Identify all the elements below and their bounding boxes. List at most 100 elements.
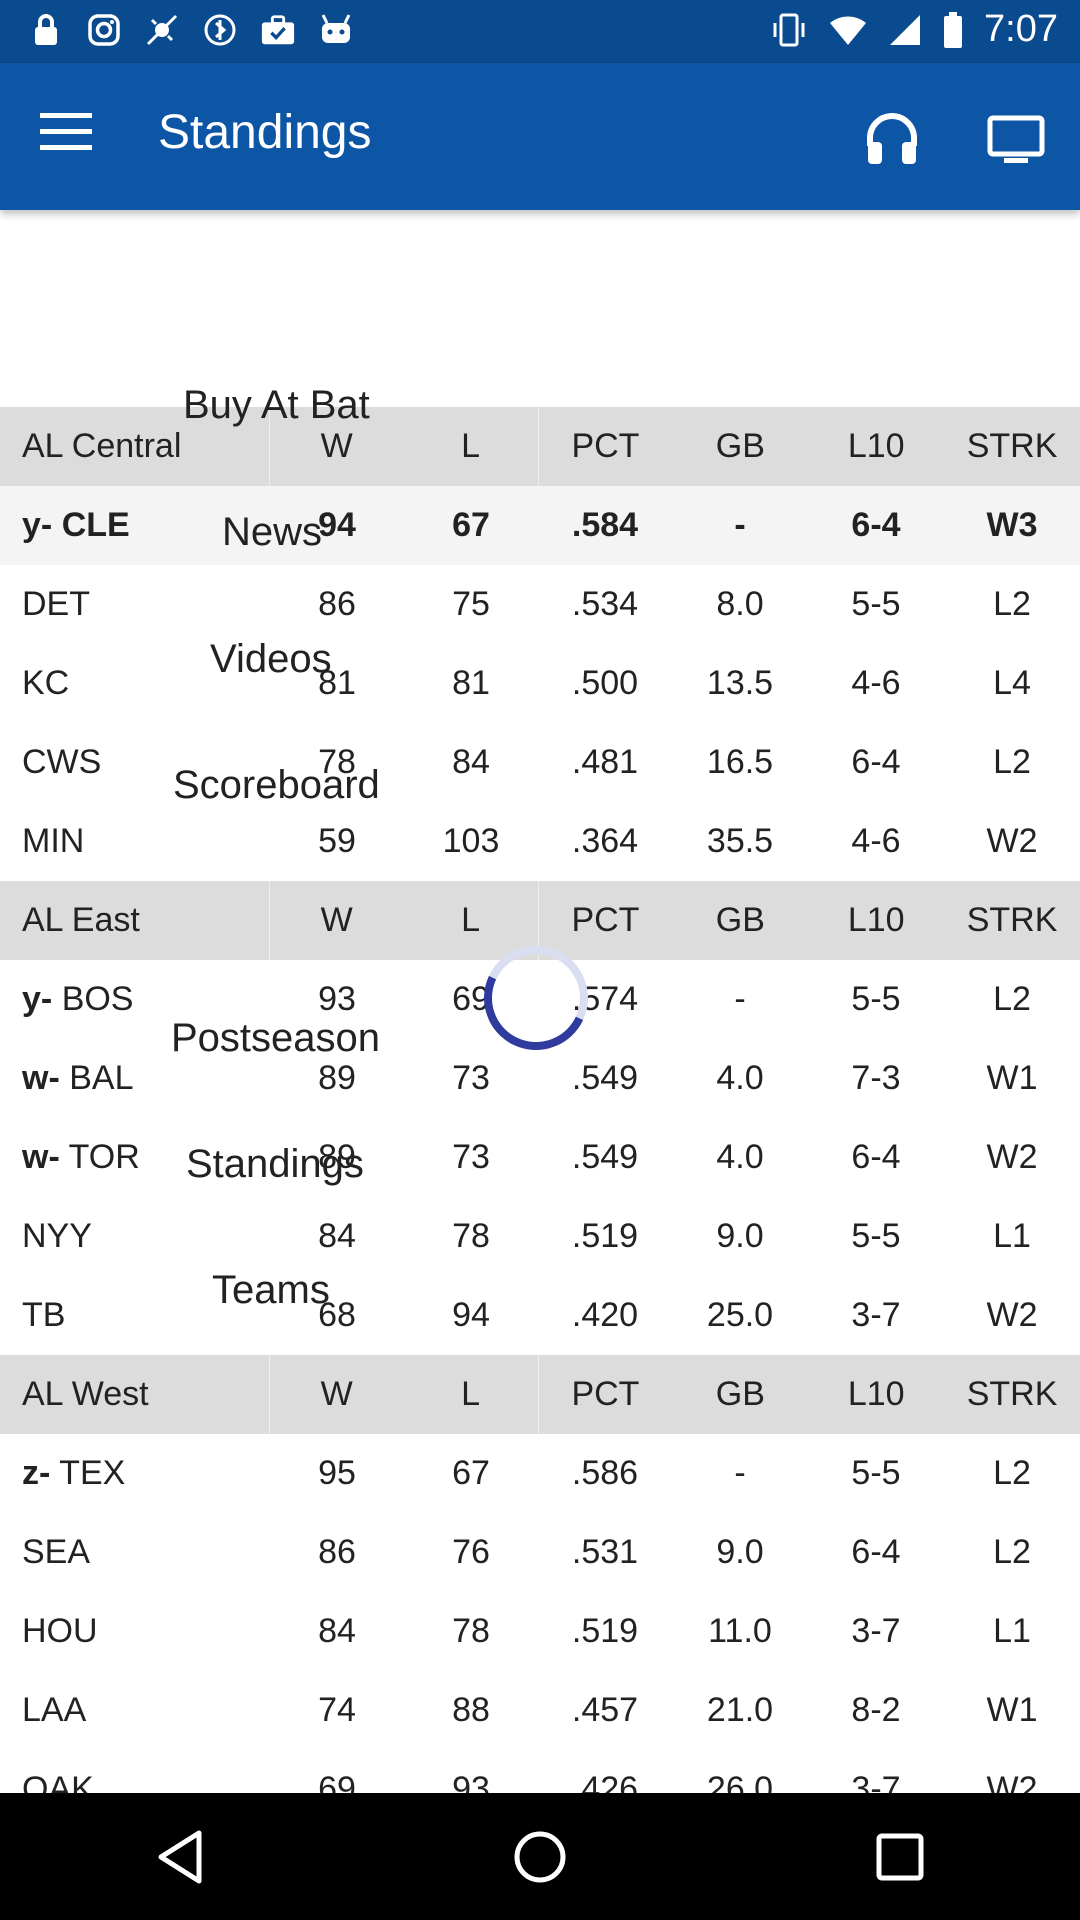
back-icon[interactable] [135,1812,225,1902]
team-cell: w- BAL [0,1059,270,1098]
bluetooth-icon [202,10,238,50]
team-row[interactable]: w- BAL 89 73 .549 4.0 7-3 W1 [0,1039,1080,1118]
division-name: AL West [0,1355,270,1434]
team-row[interactable]: SEA 86 76 .531 9.0 6-4 L2 [0,1513,1080,1592]
navigation-bar [0,1793,1080,1920]
column-header-gb: GB [715,1375,765,1413]
team-cell: SEA [0,1533,270,1572]
battery-icon [944,11,963,48]
stat-pct: .519 [571,1612,639,1650]
stat-pct: .481 [571,743,639,781]
stat-l: 93 [452,1770,490,1793]
menu-item-videos[interactable]: Videos [210,637,332,682]
stat-pct: .364 [571,822,639,860]
stat-strk: W3 [986,506,1038,544]
app-bar: Standings [0,63,1080,210]
stat-pct: .457 [571,1691,639,1729]
stat-strk: L2 [993,585,1031,623]
stat-strk: L2 [993,1454,1031,1492]
menu-item-scoreboard[interactable]: Scoreboard [173,763,380,808]
clinch-indicator: z- [22,1454,51,1492]
stat-gb: 25.0 [706,1296,774,1334]
stat-l: 73 [452,1138,490,1176]
clinch-indicator: w- [22,1138,60,1176]
team-row[interactable]: y- CLE 94 67.584-6-4 W3 [0,486,1080,565]
team-cell: z- TEX [0,1454,270,1493]
headphones-icon[interactable] [862,108,922,168]
stat-w: 69 [318,1770,356,1793]
menu-item-buy-at-bat[interactable]: Buy At Bat [183,383,370,428]
system-status: 7:07 [770,8,1058,51]
stat-l10: 5-5 [851,1217,901,1255]
column-header-pct: PCT [571,901,640,939]
menu-item-teams[interactable]: Teams [212,1268,330,1313]
team-row[interactable]: KC 81 81.500 13.5 4-6 L4 [0,644,1080,723]
stat-w: 74 [318,1691,356,1729]
stat-w: 89 [318,1059,356,1097]
division-header: AL Central W L PCT GB L10 STRK [0,407,1080,486]
team-abbr: CWS [22,743,102,781]
clinch-indicator: y- [22,506,53,544]
division-name: AL East [0,881,270,960]
stat-pct: .584 [571,506,639,544]
menu-icon[interactable] [40,113,92,153]
home-icon[interactable] [495,1812,585,1902]
stat-l10: 5-5 [851,585,901,623]
menu-item-postseason[interactable]: Postseason [171,1016,380,1061]
standings-table: AL Central W L PCT GB L10 STRK y- CLE 94 67.584-6… [0,407,1080,1793]
team-row[interactable]: w- TOR 89 73.549 4.0 6-4 W2 [0,1118,1080,1197]
lock-icon [28,10,64,50]
column-header-pct: PCT [571,1375,640,1413]
stat-l: 103 [442,822,500,860]
team-row[interactable]: HOU 84 78 .519 11.0 3-7 L1 [0,1592,1080,1671]
team-row[interactable]: NYY 84 78 .519 9.0 5-5 L1 [0,1197,1080,1276]
stat-l10: 6-4 [851,1138,901,1176]
team-row[interactable]: z- TEX 95 67 .586 - 5-5 L2 [0,1434,1080,1513]
team-row[interactable]: MIN 59 103 .364 35.5 4-6 W2 [0,802,1080,881]
team-abbr: MIN [22,822,85,860]
team-cell: NYY [0,1217,270,1256]
team-abbr: TEX [59,1454,126,1492]
stat-pct: .500 [571,664,639,702]
team-cell: MIN [0,822,270,861]
page-title: Standings [158,106,372,159]
team-row[interactable]: OAK 69 93 .426 26.0 3-7 W2 [0,1750,1080,1793]
stat-strk: W2 [986,1296,1038,1334]
stat-l10: 6-4 [851,506,901,544]
gps-icon [144,10,180,50]
stat-l: 67 [452,506,490,544]
stat-gb: 21.0 [706,1691,774,1729]
team-cell: OAK [0,1770,270,1793]
team-row[interactable]: TB 68 94.420 25.0 3-7 W2 [0,1276,1080,1355]
column-header-gb: GB [715,901,765,939]
team-abbr: CLE [61,506,130,544]
stat-gb: 8.0 [716,585,764,623]
stat-strk: W2 [986,1770,1038,1793]
signal-icon [890,14,921,45]
team-cell: DET [0,585,270,624]
recents-icon[interactable] [855,1812,945,1902]
team-row[interactable]: DET 86 75 .534 8.0 5-5 L2 [0,565,1080,644]
stat-strk: L4 [993,664,1031,702]
stat-pct: .534 [571,585,639,623]
stat-l10: 7-3 [851,1059,901,1097]
tv-icon[interactable] [986,108,1046,168]
column-header-w: W [320,901,353,939]
stat-l10: 3-7 [851,1770,901,1793]
stat-strk: W2 [986,1138,1038,1176]
team-abbr: HOU [22,1612,98,1650]
status-bar: 7:07 [0,0,1080,63]
stat-pct: .420 [571,1296,639,1334]
team-row[interactable]: LAA 74 88 .457 21.0 8-2 W1 [0,1671,1080,1750]
menu-item-standings[interactable]: Standings [186,1142,364,1187]
team-abbr: OAK [22,1770,94,1793]
stat-strk: L1 [993,1612,1031,1650]
column-header-l10: L10 [847,427,905,465]
team-abbr: TB [22,1296,66,1334]
stat-pct: .519 [571,1217,639,1255]
stat-l: 73 [452,1059,490,1097]
menu-item-news[interactable]: News [222,510,322,555]
team-row[interactable]: CWS 78 84.481 16.5 6-4 L2 [0,723,1080,802]
team-cell: y- BOS [0,980,270,1019]
stat-gb: 16.5 [706,743,774,781]
